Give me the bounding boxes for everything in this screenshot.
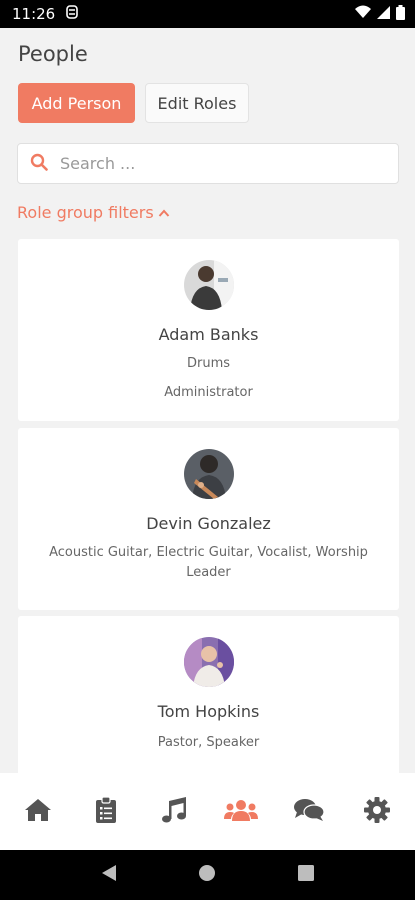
search-input[interactable] [60, 154, 360, 173]
music-note-icon [161, 796, 187, 827]
back-triangle-icon [101, 864, 117, 886]
person-role: Acoustic Guitar, Electric Guitar, Vocali… [49, 545, 368, 580]
avatar [183, 637, 234, 687]
clipboard-icon [95, 795, 116, 827]
status-time: 11:26 [12, 5, 56, 23]
status-right [355, 4, 405, 24]
avatar [183, 260, 234, 310]
person-role: Drums [186, 356, 231, 371]
home-icon [24, 798, 52, 826]
chevron-up-icon [158, 203, 170, 222]
status-left: 11:26 [12, 5, 79, 23]
battery-icon [396, 4, 405, 24]
page-title: People [18, 42, 88, 66]
search-bar[interactable] [17, 143, 399, 184]
add-person-button[interactable]: Add Person [18, 83, 135, 123]
chat-bubbles-icon [294, 798, 325, 826]
notification-icon [65, 5, 79, 23]
bottom-nav [0, 773, 415, 850]
system-nav-bar [0, 850, 415, 900]
person-role: Administrator [164, 385, 253, 400]
wifi-icon [355, 5, 371, 23]
person-name: Devin Gonzalez [146, 514, 271, 533]
gear-icon [364, 796, 391, 827]
avatar [183, 449, 234, 499]
nav-settings[interactable] [347, 787, 407, 837]
signal-icon [377, 5, 390, 23]
nav-messages[interactable] [279, 787, 339, 837]
search-icon [30, 153, 48, 175]
status-bar: 11:26 [0, 0, 415, 28]
recents-square-icon [297, 865, 314, 885]
nav-home[interactable] [8, 787, 68, 837]
nav-people[interactable] [211, 787, 271, 837]
nav-plans[interactable] [76, 787, 136, 837]
person-role: Pastor, Speaker [157, 735, 260, 750]
system-back-button[interactable] [89, 855, 129, 895]
person-card[interactable]: Devin Gonzalez Acoustic Guitar, Electric… [18, 428, 399, 610]
role-group-filters-toggle[interactable]: Role group filters [17, 203, 170, 222]
person-name: Tom Hopkins [157, 702, 260, 721]
person-card[interactable]: Tom Hopkins Pastor, Speaker [18, 616, 399, 786]
person-card[interactable]: Adam Banks Drums Administrator [18, 239, 399, 421]
role-group-filters-label: Role group filters [17, 203, 154, 222]
users-icon [224, 799, 259, 825]
system-home-button[interactable] [187, 855, 227, 895]
home-circle-icon [198, 864, 216, 886]
person-name: Adam Banks [158, 325, 259, 344]
edit-roles-button[interactable]: Edit Roles [145, 83, 249, 123]
system-recents-button[interactable] [286, 855, 326, 895]
nav-songs[interactable] [144, 787, 204, 837]
